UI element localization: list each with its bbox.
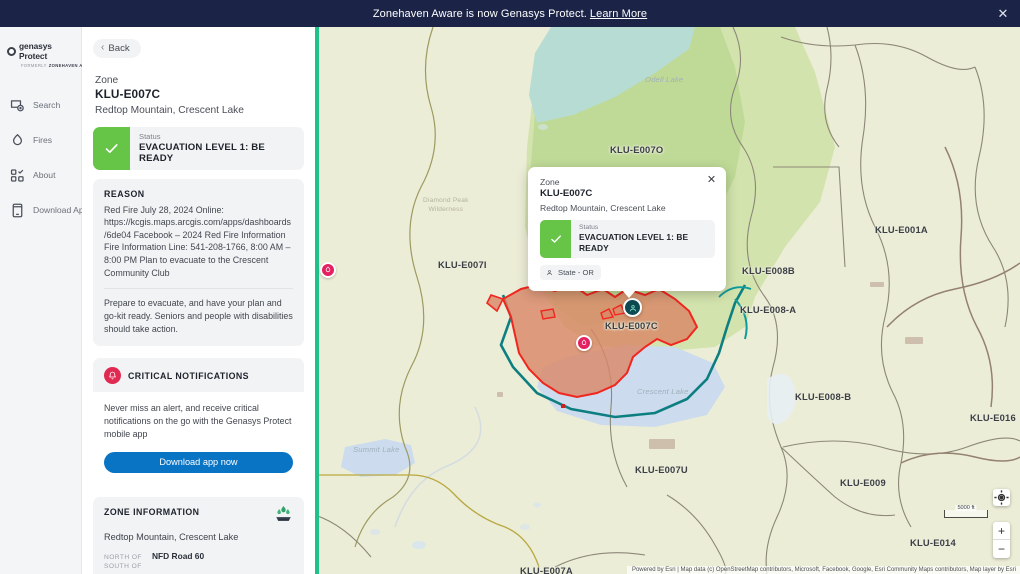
popup-status-badge: Status EVACUATION LEVEL 1: BE READY <box>540 220 715 258</box>
about-grid-icon <box>9 167 26 184</box>
sidebar-item-label: Search <box>33 100 61 110</box>
nav-rail: genasys Protect FORMERLY ZONEHAVEN AWARE… <box>0 27 96 574</box>
map-accent-edge <box>315 27 319 574</box>
reason-title: REASON <box>104 188 145 199</box>
logo-subtitle: FORMERLY ZONEHAVEN AWARE <box>19 62 96 68</box>
logo-mark-icon <box>7 46 16 56</box>
state-chip-label: State - OR <box>558 268 594 277</box>
zoom-out-button[interactable]: − <box>993 540 1010 558</box>
status-text: EVACUATION LEVEL 1: BE READY <box>139 141 265 164</box>
zone-information-title: ZONE INFORMATION <box>104 506 200 517</box>
critical-notifications-title: CRITICAL NOTIFICATIONS <box>128 370 249 381</box>
map-basemap <box>315 27 1020 574</box>
boundary-key: NORTH OF <box>104 553 142 561</box>
sidebar-item-fires[interactable]: Fires <box>0 123 81 158</box>
nav-items: Search Fires About Download App <box>0 88 88 228</box>
forest-zone-icon <box>274 504 293 523</box>
critical-notifications-card: CRITICAL NOTIFICATIONS Never miss an ale… <box>93 358 304 485</box>
boundary-key: SOUTH OF <box>104 562 142 570</box>
map-canvas[interactable]: KLU-E007O KLU-E001A KLU-E007I KLU-E008B … <box>315 27 1020 574</box>
zone-popup: ✕ Zone KLU-E007C Redtop Mountain, Cresce… <box>528 167 726 298</box>
download-app-button[interactable]: Download app now <box>104 451 293 473</box>
zone-information-place: Redtop Mountain, Crescent Lake <box>104 531 239 542</box>
close-icon[interactable]: ✕ <box>705 174 718 187</box>
table-row: SOUTH OF <box>104 563 293 570</box>
state-chip[interactable]: State - OR <box>540 265 601 280</box>
app-root: Zonehaven Aware is now Genasys Protect. … <box>0 0 1020 574</box>
zone-place: Redtop Mountain, Crescent Lake <box>95 104 244 116</box>
popup-status-kicker: Status <box>579 224 599 231</box>
map-scale-bar: 5000 ft <box>944 505 988 518</box>
page-title: KLU-E007C <box>95 86 161 101</box>
back-button-label: Back <box>108 42 130 54</box>
zone-header: Zone KLU-E007C Redtop Mountain, Crescent… <box>95 75 304 116</box>
search-icon <box>9 97 26 114</box>
back-button[interactable]: ‹ Back <box>93 38 141 58</box>
sidebar-item-label: Download App <box>33 205 89 215</box>
reason-note: Prepare to evacuate, and have your plan … <box>104 298 293 334</box>
locate-icon[interactable] <box>993 489 1010 506</box>
sidebar-item-label: About <box>33 170 56 180</box>
flame-icon <box>9 132 26 149</box>
status-badge: Status EVACUATION LEVEL 1: BE READY <box>93 126 304 170</box>
fire-marker[interactable] <box>320 262 336 278</box>
sidebar-item-download-app[interactable]: Download App <box>0 193 88 228</box>
divider <box>104 288 293 290</box>
check-icon <box>540 220 571 258</box>
banner-text: Zonehaven Aware is now Genasys Protect. <box>372 7 587 20</box>
zone-boundaries-table: NORTH OF NFD Road 60 SOUTH OF EAST OF NF… <box>104 551 293 574</box>
logo-name: genasys Protect <box>19 41 52 61</box>
mobile-app-icon <box>9 202 26 219</box>
reason-card: REASON Red Fire July 28, 2024 Online: ht… <box>93 178 304 347</box>
popup-zone-id: KLU-E007C <box>540 188 593 199</box>
zoom-controls[interactable]: + − <box>993 522 1010 558</box>
sidebar-item-about[interactable]: About <box>0 158 81 193</box>
zoom-in-button[interactable]: + <box>993 522 1010 540</box>
map-scale-label: 5000 ft <box>955 505 977 511</box>
check-icon <box>93 126 130 170</box>
sidebar-item-label: Fires <box>33 135 53 145</box>
status-kicker: Status <box>139 131 161 141</box>
zone-information-card: ZONE INFORMATION Redtop Mountain, Cresce… <box>93 496 304 574</box>
popup-zone-place: Redtop Mountain, Crescent Lake <box>540 203 666 213</box>
critical-notifications-text: Never miss an alert, and receive critica… <box>104 403 292 440</box>
fire-marker[interactable] <box>576 335 592 351</box>
table-row: NORTH OF NFD Road 60 <box>104 551 293 561</box>
state-pin-icon <box>546 270 553 276</box>
banner-learn-more-link[interactable]: Learn More <box>590 8 647 20</box>
reason-body: Red Fire July 28, 2024 Online: https://k… <box>104 204 293 278</box>
app-logo: genasys Protect FORMERLY ZONEHAVEN AWARE <box>0 37 96 68</box>
popup-zone-kicker: Zone <box>540 177 560 187</box>
promo-banner: Zonehaven Aware is now Genasys Protect. … <box>0 0 1020 27</box>
sidebar-item-search[interactable]: Search <box>0 88 81 123</box>
bell-icon <box>104 367 121 385</box>
boundary-value: NFD Road 60 <box>152 550 205 561</box>
map-attribution: Powered by Esri | Map data (c) OpenStree… <box>626 566 1020 574</box>
logo-sub-pre: FORMERLY <box>21 62 47 68</box>
zone-kicker: Zone <box>95 74 119 86</box>
close-icon[interactable]: ✕ <box>994 5 1012 23</box>
chevron-left-icon: ‹ <box>101 42 105 53</box>
zone-marker[interactable] <box>623 298 642 317</box>
zone-detail-panel: ‹ Back Zone KLU-E007C Redtop Mountain, C… <box>82 27 315 574</box>
popup-status-text: EVACUATION LEVEL 1: BE READY <box>579 232 689 253</box>
